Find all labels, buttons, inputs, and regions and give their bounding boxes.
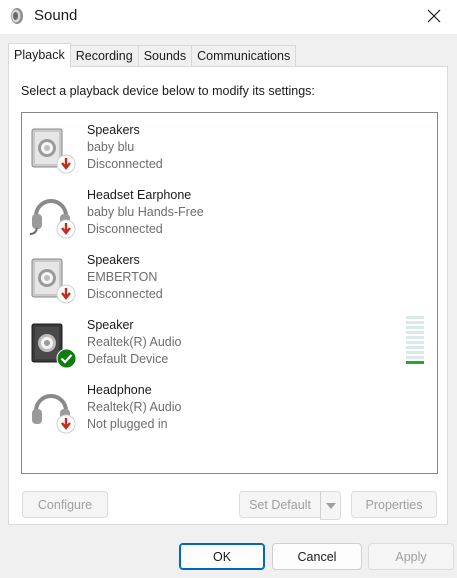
volume-meter-segment (406, 351, 424, 354)
device-status: Default Device (87, 352, 169, 366)
sound-app-icon (11, 8, 23, 24)
volume-meter-segment (406, 331, 424, 334)
disconnected-badge-icon (56, 284, 76, 304)
volume-meter-segment (406, 336, 424, 339)
window-title: Sound (34, 7, 78, 24)
device-item-headset-earphone[interactable]: Headset Earphone baby blu Hands-Free Dis… (22, 180, 432, 242)
device-status: Disconnected (87, 222, 163, 236)
volume-meter-segment (406, 341, 424, 344)
volume-meter-segment (406, 321, 424, 324)
device-name: Speakers (87, 253, 140, 267)
device-subtitle: Realtek(R) Audio (87, 400, 182, 414)
tab-communications[interactable]: Communications (192, 45, 297, 67)
tab-recording[interactable]: Recording (70, 45, 139, 67)
device-item-headphone-realtek[interactable]: Headphone Realtek(R) Audio Not plugged i… (22, 375, 432, 437)
tab-playback[interactable]: Playback (8, 43, 71, 67)
device-item-speakers-baby-blu[interactable]: Speakers baby blu Disconnected (22, 115, 432, 177)
close-button[interactable] (411, 0, 457, 32)
volume-meter-segment (406, 361, 424, 364)
set-default-button[interactable]: Set Default (239, 491, 321, 518)
device-subtitle: baby blu Hands-Free (87, 205, 204, 219)
device-name: Headset Earphone (87, 188, 192, 202)
volume-meter-segment (406, 346, 424, 349)
unplugged-badge-icon (56, 414, 76, 434)
disconnected-badge-icon (56, 219, 76, 239)
volume-meter-segment (406, 326, 424, 329)
disconnected-badge-icon (56, 154, 76, 174)
ok-button[interactable]: OK (179, 543, 265, 570)
device-subtitle: Realtek(R) Audio (87, 335, 182, 349)
device-status: Disconnected (87, 287, 163, 301)
device-subtitle: baby blu (87, 140, 135, 154)
device-subtitle: EMBERTON (87, 270, 158, 284)
tab-strip: Playback Recording Sounds Communications (8, 43, 297, 67)
title-bar: Sound (0, 0, 457, 34)
device-name: Speakers (87, 123, 140, 137)
device-list[interactable]: Speakers baby blu Disconnected Headset E… (21, 112, 438, 474)
device-status: Not plugged in (87, 417, 168, 431)
tab-sounds[interactable]: Sounds (138, 45, 193, 67)
volume-meter-segment (406, 316, 424, 319)
chevron-down-icon (325, 502, 336, 509)
device-item-speakers-emberton[interactable]: Speakers EMBERTON Disconnected (22, 245, 432, 307)
configure-button[interactable]: Configure (22, 491, 108, 518)
instruction-text: Select a playback device below to modify… (21, 84, 315, 98)
volume-meter-segment (406, 356, 424, 359)
default-check-badge-icon (56, 348, 77, 369)
apply-button[interactable]: Apply (368, 543, 454, 570)
device-name: Speaker (87, 318, 134, 332)
device-name: Headphone (87, 383, 152, 397)
set-default-dropdown[interactable] (320, 491, 341, 520)
device-item-speaker-realtek[interactable]: Speaker Realtek(R) Audio Default Device (22, 310, 432, 372)
properties-button[interactable]: Properties (351, 491, 437, 518)
cancel-button[interactable]: Cancel (272, 543, 362, 570)
volume-meter (406, 316, 424, 366)
device-status: Disconnected (87, 157, 163, 171)
close-icon (427, 9, 441, 23)
